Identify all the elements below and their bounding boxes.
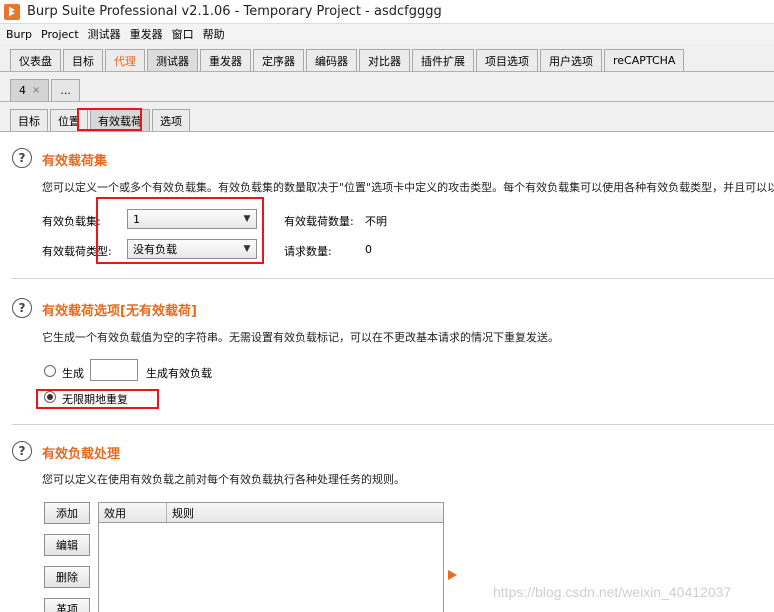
infinite-repeat-label: 无限期地重复 <box>62 393 128 406</box>
payload-type-value: 没有负载 <box>133 243 177 256</box>
help-icon[interactable]: ? <box>12 441 32 461</box>
request-count-label: 请求数量: <box>284 245 332 258</box>
tab-repeater[interactable]: 重发器 <box>200 49 251 71</box>
payload-set-value: 1 <box>133 212 140 226</box>
tab-target[interactable]: 目标 <box>63 49 103 71</box>
payload-processing-description: 您可以定义在使用有效负载之前对每个有效负载执行各种处理任务的规则。 <box>42 473 405 486</box>
section-divider <box>12 278 774 279</box>
menu-window[interactable]: 窗口 <box>172 26 194 42</box>
edit-rule-button[interactable]: 编辑 <box>44 534 90 556</box>
dropdown-arrow-icon: ▼ <box>243 214 251 224</box>
new-attack-tab[interactable]: ... <box>51 79 80 101</box>
table-header: 效用 规则 <box>99 503 443 523</box>
payloads-panel: ? 有效载荷集 您可以定义一个或多个有效负载集。有效负载集的数量取决于"位置"选… <box>0 132 774 612</box>
menu-burp[interactable]: Burp <box>6 28 32 41</box>
tab-intruder-positions[interactable]: 位置 <box>50 109 88 131</box>
payload-sets-description: 您可以定义一个或多个有效负载集。有效负载集的数量取决于"位置"选项卡中定义的攻击… <box>42 181 774 194</box>
dropdown-arrow-icon: ▼ <box>243 244 251 254</box>
menu-help[interactable]: 帮助 <box>203 26 225 42</box>
intruder-tab-bar: 目标 位置 有效载荷 选项 <box>0 102 774 132</box>
attack-tab-4[interactable]: 4 × <box>10 79 50 101</box>
infinite-repeat-radio[interactable] <box>44 391 56 403</box>
title-bar: Burp Suite Professional v2.1.06 - Tempor… <box>0 0 774 24</box>
payload-options-description: 它生成一个有效负载值为空的字符串。无需设置有效负载标记，可以在不更改基本请求的情… <box>42 331 559 344</box>
tab-project-options[interactable]: 项目选项 <box>476 49 538 71</box>
tab-decoder[interactable]: 编码器 <box>306 49 357 71</box>
attack-tab-label: 4 <box>19 84 26 97</box>
help-icon[interactable]: ? <box>12 148 32 168</box>
request-count-value: 0 <box>365 243 372 256</box>
up-rule-button[interactable]: 革项 <box>44 598 90 612</box>
generate-count-input[interactable] <box>90 359 138 381</box>
menu-repeater[interactable]: 重发器 <box>130 26 163 42</box>
payload-type-select[interactable]: 没有负载 ▼ <box>127 239 257 259</box>
payload-type-label: 有效载荷类型: <box>42 245 112 258</box>
menu-bar: Burp Project 测试器 重发器 窗口 帮助 <box>0 24 774 44</box>
tab-recaptcha[interactable]: reCAPTCHA <box>604 49 685 71</box>
add-rule-button[interactable]: 添加 <box>44 502 90 524</box>
tab-sequencer[interactable]: 定序器 <box>253 49 304 71</box>
payload-options-title: 有效载荷选项[无有效载荷] <box>42 304 197 319</box>
play-arrow-icon[interactable] <box>448 570 457 580</box>
tab-proxy[interactable]: 代理 <box>105 49 145 71</box>
menu-intruder[interactable]: 测试器 <box>88 26 121 42</box>
tab-extender[interactable]: 插件扩展 <box>412 49 474 71</box>
column-rule[interactable]: 规则 <box>167 503 443 522</box>
payload-count-value: 不明 <box>365 215 387 228</box>
payload-processing-title: 有效负载处理 <box>42 447 121 462</box>
tab-comparer[interactable]: 对比器 <box>359 49 410 71</box>
payload-count-label: 有效载荷数量: <box>284 215 354 228</box>
remove-rule-button[interactable]: 删除 <box>44 566 90 588</box>
payload-set-select[interactable]: 1 ▼ <box>127 209 257 229</box>
tab-intruder[interactable]: 测试器 <box>147 49 198 71</box>
payload-sets-title: 有效载荷集 <box>42 154 108 169</box>
generate-radio[interactable] <box>44 365 56 377</box>
close-icon[interactable]: × <box>32 85 40 96</box>
column-enabled[interactable]: 效用 <box>99 503 167 522</box>
window-title: Burp Suite Professional v2.1.06 - Tempor… <box>27 4 442 19</box>
tab-intruder-target[interactable]: 目标 <box>10 109 48 131</box>
help-icon[interactable]: ? <box>12 298 32 318</box>
tab-intruder-options[interactable]: 选项 <box>152 109 190 131</box>
burp-logo-icon <box>4 3 20 20</box>
generate-suffix-label: 生成有效负载 <box>146 367 212 380</box>
section-divider <box>12 424 774 425</box>
main-tab-bar: 仪表盘 目标 代理 测试器 重发器 定序器 编码器 对比器 插件扩展 项目选项 … <box>0 44 774 72</box>
payload-set-label: 有效负载集: <box>42 215 101 228</box>
tab-dashboard[interactable]: 仪表盘 <box>10 49 61 71</box>
watermark-text: https://blog.csdn.net/weixin_40412037 <box>493 584 732 600</box>
attack-tab-bar: 4 × ... <box>0 72 774 102</box>
tab-user-options[interactable]: 用户选项 <box>540 49 602 71</box>
generate-label: 生成 <box>62 367 84 380</box>
menu-project[interactable]: Project <box>41 28 79 41</box>
tab-intruder-payloads[interactable]: 有效载荷 <box>90 109 150 131</box>
processing-rules-table[interactable]: 效用 规则 <box>98 502 444 612</box>
